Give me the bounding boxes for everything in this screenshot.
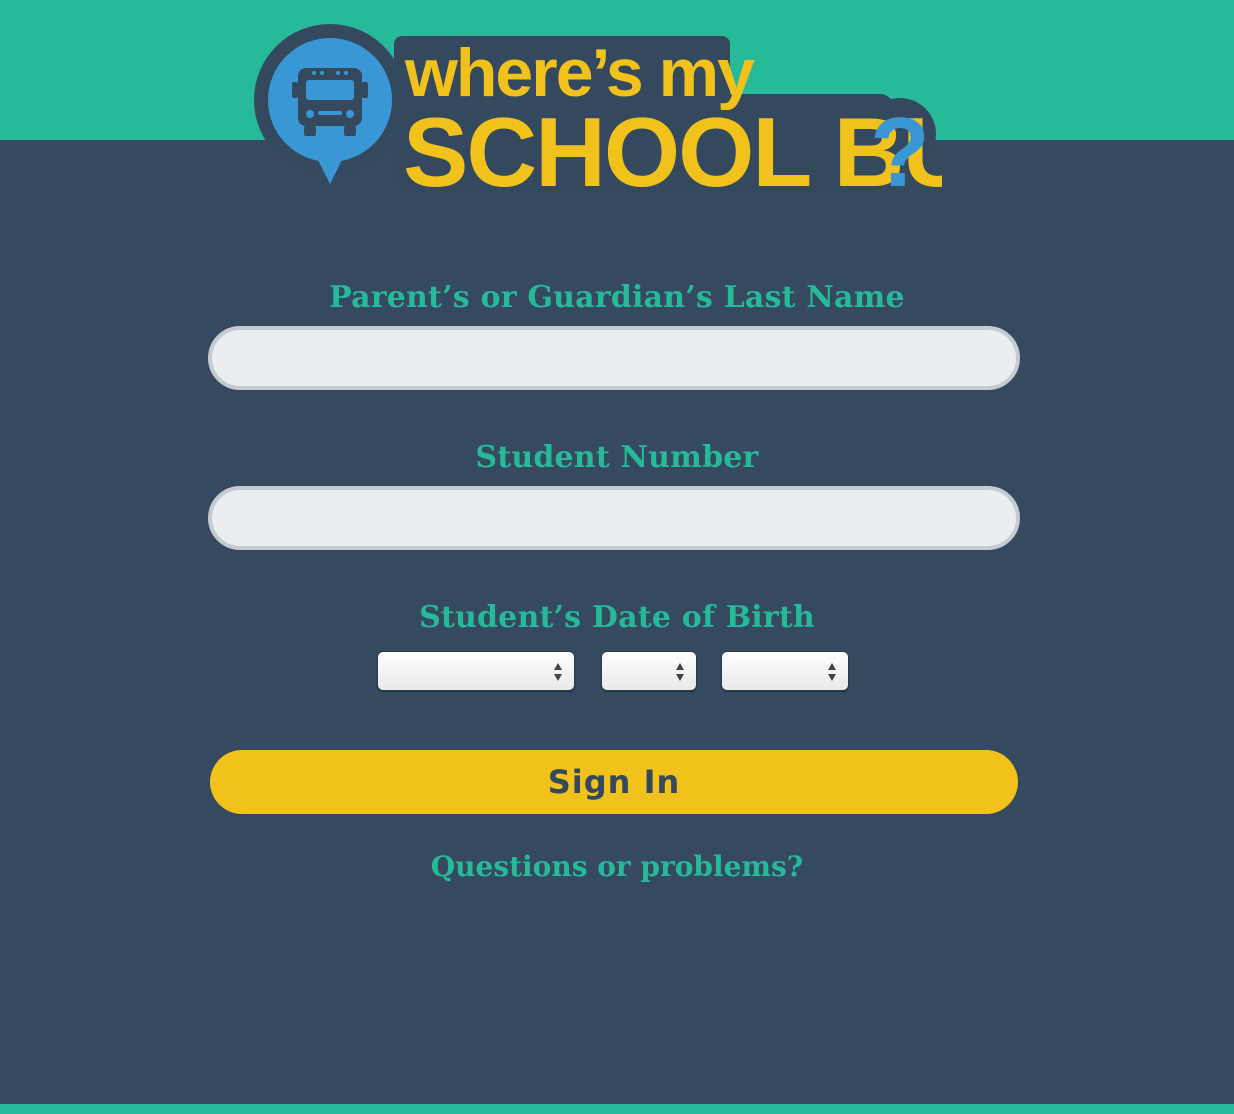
logo: where’s my SCHOOL BUS ? (252, 24, 942, 194)
dob-month-select[interactable] (377, 651, 575, 691)
logo-line2: SCHOOL BUS (403, 97, 942, 194)
up-down-arrows-icon (553, 660, 563, 684)
up-down-arrows-icon (675, 660, 685, 684)
last-name-input[interactable] (208, 326, 1020, 390)
logo-graphic: where’s my SCHOOL BUS ? (254, 24, 942, 194)
sign-in-button[interactable]: Sign In (210, 750, 1018, 814)
up-down-arrows-icon (827, 660, 837, 684)
dob-year-select[interactable] (721, 651, 849, 691)
questions-or-problems-link[interactable]: Questions or problems? (0, 850, 1234, 883)
footer-band (0, 1104, 1234, 1114)
logo-question-mark: ? (870, 97, 930, 194)
dob-label: Student’s Date of Birth (419, 600, 815, 635)
student-number-input[interactable] (208, 486, 1020, 550)
dob-day-select[interactable] (601, 651, 697, 691)
student-number-label: Student Number (475, 440, 759, 475)
last-name-label: Parent’s or Guardian’s Last Name (329, 280, 905, 315)
